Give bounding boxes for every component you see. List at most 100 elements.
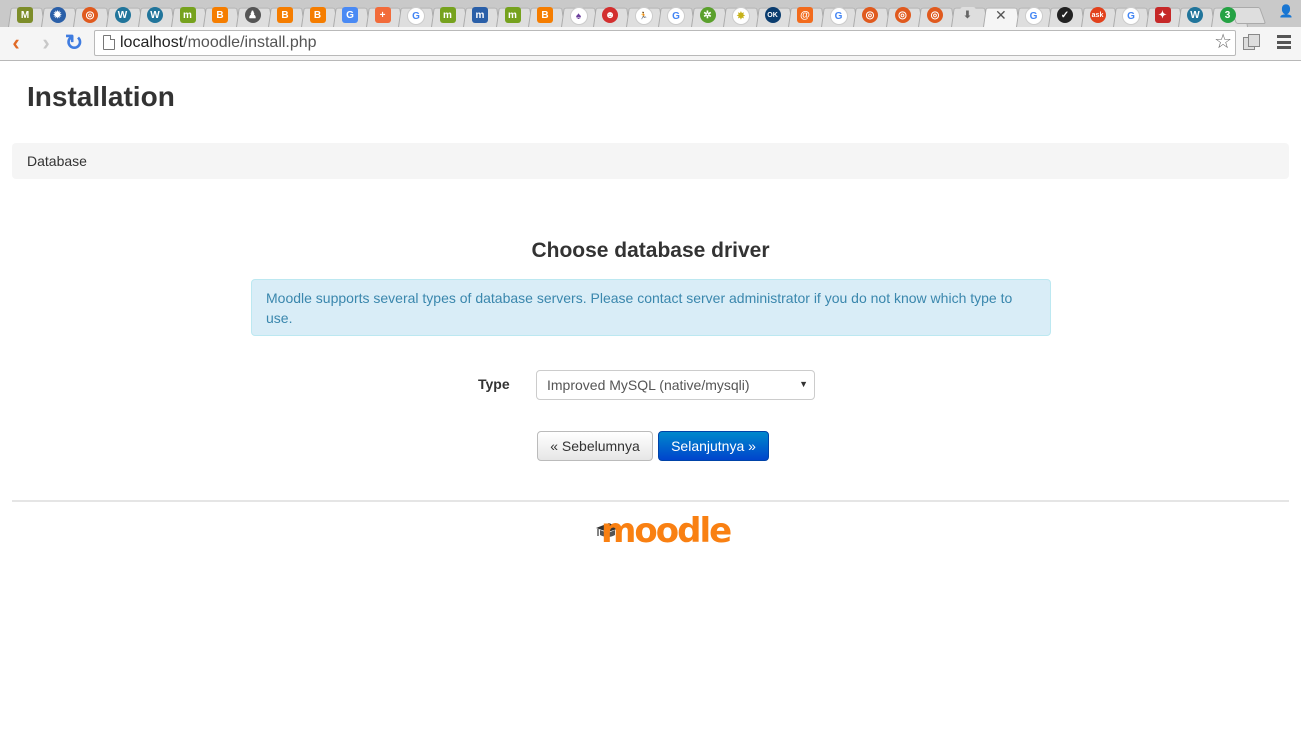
page-title: Installation <box>27 81 175 112</box>
person-icon: ♟ <box>244 7 261 23</box>
browser-tab[interactable]: m <box>429 3 462 27</box>
browser-tab[interactable]: ☻ <box>591 3 624 27</box>
ubuntu-icon: ◎ <box>82 7 98 23</box>
chevron-down-icon: ▼ <box>799 379 808 389</box>
mascot-icon: ☻ <box>602 7 618 23</box>
browser-tab[interactable]: ◎ <box>851 3 884 27</box>
browser-tab[interactable]: @ <box>786 3 819 27</box>
browser-tab-strip: M ✹ ◎ W Wm B ♟ B B G + Gm m m B ♠ ☻ 🏃 G ✲ ✸ OK @ G ◎ ◎ ◎ ⬇ ✕ G ✓ ask G ✦ W… <box>0 0 1301 27</box>
browser-tab[interactable]: ✓ <box>1046 3 1079 27</box>
browser-tab[interactable]: B <box>526 3 559 27</box>
moodle-logo[interactable]: moodle <box>595 511 732 552</box>
profile-icon[interactable]: 👤 <box>1277 3 1295 19</box>
spade-icon: ♠ <box>569 7 588 25</box>
close-icon[interactable]: ✕ <box>995 7 1007 24</box>
browser-tab[interactable]: G <box>819 3 852 27</box>
browser-tab[interactable]: ✲ <box>689 3 722 27</box>
browser-tab[interactable]: ◎ <box>71 3 104 27</box>
bookmark-star-icon[interactable]: ☆ <box>1214 31 1232 53</box>
google-icon: G <box>407 7 425 25</box>
ok-icon: OK <box>764 7 781 23</box>
reload-icon[interactable]: ↻ <box>62 31 86 55</box>
blogger-icon: B <box>309 7 326 23</box>
ubuntu-icon: ◎ <box>894 7 911 23</box>
menu-icon[interactable] <box>1277 35 1291 52</box>
browser-tab[interactable]: m <box>461 3 494 27</box>
whatsapp-icon: 3 <box>1219 7 1236 23</box>
logo-text: moodle <box>601 511 732 551</box>
browser-tab[interactable]: m <box>494 3 527 27</box>
browser-tab[interactable]: B <box>299 3 332 27</box>
url-host: localhost <box>120 34 184 51</box>
moodle-n-icon: m <box>179 7 196 23</box>
gear-badge-icon: ✹ <box>49 7 66 23</box>
browser-tab[interactable]: ♠ <box>559 3 592 27</box>
back-arrow-icon[interactable]: ‹ <box>4 31 28 55</box>
moodle-n-icon: m <box>504 7 521 23</box>
url-text[interactable]: localhost/moodle/install.php <box>120 34 317 52</box>
browser-tab[interactable]: W <box>136 3 169 27</box>
address-bar[interactable]: localhost/moodle/install.php ☆ <box>94 30 1236 56</box>
browser-tab[interactable]: m <box>169 3 202 27</box>
ubuntu-icon: ◎ <box>862 7 878 23</box>
google-icon: G <box>829 7 848 25</box>
section-heading: Choose database driver <box>531 239 770 262</box>
runner-icon: 🏃 <box>634 7 653 25</box>
hitcounter-icon: @ <box>797 7 813 23</box>
previous-button[interactable]: « Sebelumnya <box>537 431 653 461</box>
browser-tab[interactable]: ⬇ <box>949 3 982 27</box>
google-icon: G <box>1122 7 1140 25</box>
moodle-doc-icon: M <box>17 7 33 23</box>
google-icon: G <box>667 7 685 25</box>
browser-tab[interactable]: OK <box>754 3 787 27</box>
blogger-icon: B <box>212 7 228 23</box>
google-icon: G <box>1024 7 1043 25</box>
blogger-icon: B <box>537 7 553 23</box>
browser-toolbar: ‹ › ↻ localhost/moodle/install.php ☆ <box>0 27 1301 61</box>
browser-tab[interactable]: ask <box>1079 3 1112 27</box>
plus-icon: + <box>374 7 391 23</box>
type-label: Type <box>478 376 510 392</box>
browser-tab[interactable]: W <box>104 3 137 27</box>
browser-tab[interactable]: ✹ <box>39 3 72 27</box>
url-path: /moodle/install.php <box>183 34 317 51</box>
info-alert: Moodle supports several types of databas… <box>251 279 1051 336</box>
moodle-n-icon: m <box>472 7 488 23</box>
moodle-n-icon: m <box>439 7 456 23</box>
breadcrumb: Database <box>12 143 1289 179</box>
database-type-value: Improved MySQL (native/mysqli) <box>547 377 750 393</box>
ask-icon: ask <box>1089 7 1106 23</box>
ubuntu-icon: ◎ <box>927 7 943 23</box>
browser-tab[interactable]: ✦ <box>1144 3 1177 27</box>
page-icon <box>103 35 115 50</box>
browser-tab[interactable]: ✸ <box>721 3 754 27</box>
sparkle-icon: ✸ <box>732 7 750 25</box>
breadcrumb-item-database: Database <box>27 153 87 169</box>
forward-arrow-icon[interactable]: › <box>34 31 58 55</box>
database-type-select[interactable]: Improved MySQL (native/mysqli) ▼ <box>536 370 815 400</box>
download-icon: ⬇ <box>959 7 976 23</box>
browser-tab[interactable]: + <box>364 3 397 27</box>
tab-list: M ✹ ◎ W Wm B ♟ B B G + Gm m m B ♠ ☻ 🏃 G ✲ ✸ OK @ G ◎ ◎ ◎ ⬇ ✕ G ✓ ask G ✦ W… <box>6 3 1241 27</box>
browser-tab[interactable]: ♟ <box>234 3 267 27</box>
shield-fox-icon: ✦ <box>1154 7 1171 23</box>
wordpress-icon: W <box>1187 7 1203 23</box>
wordpress-icon: W <box>147 7 163 23</box>
check-circle-icon: ✓ <box>1057 7 1073 23</box>
next-button[interactable]: Selanjutnya » <box>658 431 769 461</box>
browser-tab[interactable]: G <box>1014 3 1047 27</box>
browser-tab[interactable]: 🏃 <box>624 3 657 27</box>
browser-tab[interactable]: G <box>396 3 429 27</box>
browser-tab[interactable]: B <box>201 3 234 27</box>
browser-tab[interactable]: ◎ <box>884 3 917 27</box>
footer-divider <box>12 500 1289 502</box>
browser-tab[interactable]: G <box>1111 3 1144 27</box>
browser-tab[interactable]: M <box>6 3 39 27</box>
browser-tab[interactable]: G <box>656 3 689 27</box>
browser-tab[interactable]: W <box>1176 3 1209 27</box>
browser-tab[interactable]: ◎ <box>916 3 949 27</box>
browser-tab[interactable]: G <box>331 3 364 27</box>
browser-tab[interactable]: ✕ <box>981 3 1014 27</box>
browser-tab[interactable]: B <box>266 3 299 27</box>
extensions-icon[interactable] <box>1243 34 1260 50</box>
